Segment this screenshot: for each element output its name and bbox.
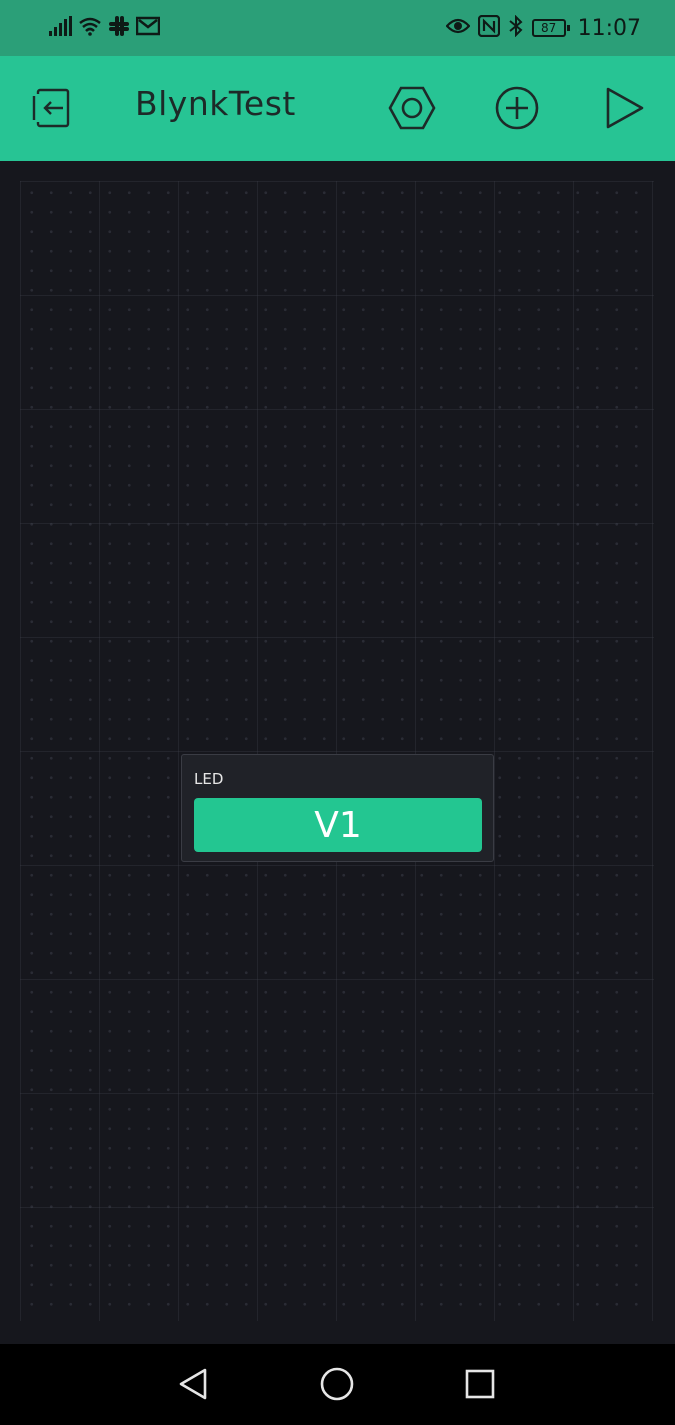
status-time: 11:07 (577, 15, 641, 41)
exit-project-icon[interactable] (27, 82, 79, 134)
grid-lines (20, 181, 654, 1321)
battery-level: 87 (540, 21, 557, 35)
nfc-icon (477, 14, 500, 41)
signal-icon (48, 16, 72, 40)
app-toolbar: BlynkTest (0, 56, 675, 161)
bluetooth-icon (508, 14, 524, 41)
widget-label: LED (194, 770, 224, 788)
add-widget-icon[interactable] (491, 82, 543, 134)
battery-icon: 87 (531, 19, 570, 37)
play-icon[interactable] (597, 82, 649, 134)
led-widget[interactable]: LED V1 (181, 754, 494, 862)
slack-icon (108, 15, 130, 41)
settings-hex-icon[interactable] (386, 82, 438, 134)
project-title: BlynkTest (135, 84, 296, 123)
status-right-icons: 87 11:07 (445, 14, 641, 42)
gmail-icon (135, 16, 161, 40)
system-nav-bar (0, 1344, 675, 1425)
eye-icon (445, 16, 471, 40)
status-left-icons (48, 14, 161, 42)
wifi-icon (78, 16, 102, 40)
status-bar: 87 11:07 (0, 0, 675, 56)
home-icon[interactable] (317, 1364, 357, 1404)
recents-icon[interactable] (460, 1364, 500, 1404)
dashboard-canvas[interactable] (0, 161, 675, 1344)
widget-pin-button[interactable]: V1 (194, 798, 482, 852)
back-icon[interactable] (173, 1364, 213, 1404)
